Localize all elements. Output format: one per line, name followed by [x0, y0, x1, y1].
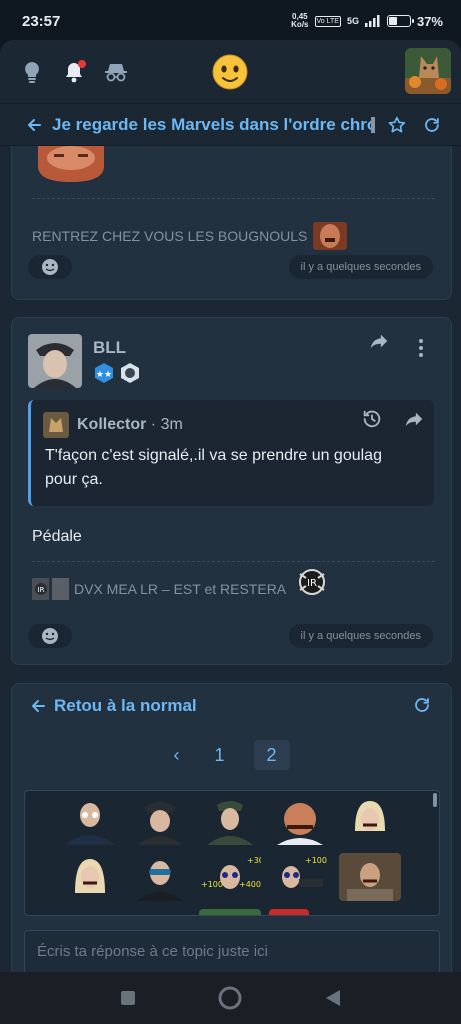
back-button[interactable]: [324, 989, 342, 1007]
smiley-react-icon: [42, 259, 58, 275]
scrollbar[interactable]: [433, 793, 437, 807]
sticker[interactable]: [199, 797, 261, 845]
share-icon[interactable]: [368, 330, 390, 352]
sticker-label: +300: [247, 856, 261, 865]
clock: 23:57: [22, 12, 61, 30]
pagination: ‹ 1 2: [12, 740, 451, 770]
signature-text: RENTREZ CHEZ VOUS LES BOUGNOULS: [32, 228, 308, 244]
quoted-message: Kollector · 3m T'façon c'est signalé,.il…: [28, 400, 434, 506]
post-time: il y a quelques secondes: [288, 624, 433, 648]
star-icon[interactable]: [387, 115, 407, 135]
signal-icon: [364, 15, 380, 27]
page-1-button[interactable]: 1: [202, 740, 238, 770]
signature-sticker: IR: [32, 578, 69, 600]
app-window: Je regarde les Marvels dans l'ordre chro…: [0, 40, 461, 972]
panel-title[interactable]: Retou à la normal: [54, 696, 197, 716]
sticker[interactable]: [129, 797, 191, 845]
title-fade: [371, 116, 376, 133]
react-emoji-button[interactable]: [28, 624, 72, 648]
sticker[interactable]: +100: [269, 853, 331, 901]
post-body: Pédale: [32, 528, 82, 545]
signature-sticker: [313, 222, 348, 250]
sticker[interactable]: +300 +100 +400: [199, 853, 261, 901]
lightbulb-icon[interactable]: [20, 60, 44, 84]
reply-input[interactable]: Écris ta réponse à ce topic juste ici: [24, 930, 440, 972]
post-time: il y a quelques secondes: [288, 255, 433, 279]
sticker[interactable]: [339, 797, 401, 845]
home-button[interactable]: [218, 986, 242, 1010]
author-name[interactable]: BLL: [93, 338, 126, 358]
user-avatar[interactable]: [405, 48, 451, 94]
signature: IR DVX MEA LR – EST et RESTERA IR: [32, 569, 328, 604]
sticker[interactable]: [59, 797, 121, 845]
system-nav-bar: [0, 972, 461, 1024]
quote-share-icon[interactable]: [403, 408, 425, 430]
signature-divider: [32, 198, 435, 199]
topic-title-bar: Je regarde les Marvels dans l'ordre chro…: [0, 104, 461, 146]
network-type: 5G: [346, 16, 359, 26]
svg-text:IR: IR: [307, 578, 317, 589]
signature-divider: [32, 561, 435, 562]
more-options-icon[interactable]: [418, 338, 424, 358]
notification-dot: [78, 59, 86, 68]
author-badges: ★★: [93, 362, 141, 384]
reply-panel: Retou à la normal ‹ 1 2 +300 +100 +400 +10…: [11, 683, 452, 972]
status-bar: 23:57 0,45 Ko/s Vo LTE 5G 37%: [0, 0, 461, 42]
post-card: RENTREZ CHEZ VOUS LES BOUGNOULS il y a q…: [11, 146, 452, 300]
quote-text: T'façon c'est signalé,.il va se prendre …: [45, 447, 382, 488]
sticker-label: +100: [201, 880, 223, 889]
post-card: BLL ★★ Kollector · 3m T'façon c'est sign…: [11, 317, 452, 665]
sticker[interactable]: [129, 853, 191, 901]
quote-author[interactable]: Kollector · 3m: [77, 416, 183, 434]
signature-text: DVX MEA LR – EST et RESTERA: [74, 581, 287, 597]
history-icon[interactable]: [361, 408, 383, 430]
recents-button[interactable]: [120, 990, 136, 1006]
group-badge-icon: [121, 363, 139, 383]
sticker[interactable]: [59, 853, 121, 901]
signature-emblem: IR: [299, 569, 326, 595]
status-icons: 0,45 Ko/s Vo LTE 5G 37%: [291, 13, 443, 29]
top-bar: [0, 40, 461, 104]
refresh-icon[interactable]: [413, 696, 431, 714]
battery-icon: [386, 15, 414, 27]
smiley-icon[interactable]: [212, 54, 248, 90]
sticker-label: +100: [305, 856, 327, 865]
signature: RENTREZ CHEZ VOUS LES BOUGNOULS: [32, 222, 348, 250]
page-2-button[interactable]: 2: [253, 740, 290, 770]
volte-icon: Vo LTE: [314, 15, 341, 27]
network-speed: 0,45 Ko/s: [291, 12, 309, 29]
svg-text:IR: IR: [38, 586, 45, 594]
back-arrow-icon[interactable]: [30, 698, 46, 714]
sticker[interactable]: [269, 797, 331, 845]
sticker-label: +400: [239, 880, 261, 889]
author-avatar[interactable]: [28, 334, 82, 388]
prev-page-button[interactable]: ‹: [174, 745, 180, 766]
sticker[interactable]: [269, 909, 309, 915]
topic-title[interactable]: Je regarde les Marvels dans l'ordre chro…: [52, 115, 371, 135]
battery-percent: 37%: [416, 13, 443, 29]
rank-badge-icon: ★★: [95, 363, 113, 383]
incognito-icon[interactable]: [104, 60, 128, 84]
sticker[interactable]: [199, 909, 261, 915]
sticker[interactable]: [339, 853, 401, 901]
sticker-picker[interactable]: +300 +100 +400 +100: [24, 790, 440, 916]
quote-time: 3m: [160, 416, 183, 433]
svg-text:★★: ★★: [96, 370, 112, 380]
quote-author-avatar[interactable]: [43, 412, 69, 438]
refresh-icon[interactable]: [423, 116, 441, 134]
back-arrow-icon[interactable]: [26, 117, 42, 133]
post-image: [38, 146, 104, 182]
smiley-react-icon: [42, 628, 58, 644]
react-emoji-button[interactable]: [28, 255, 72, 279]
bell-icon[interactable]: [62, 59, 86, 84]
